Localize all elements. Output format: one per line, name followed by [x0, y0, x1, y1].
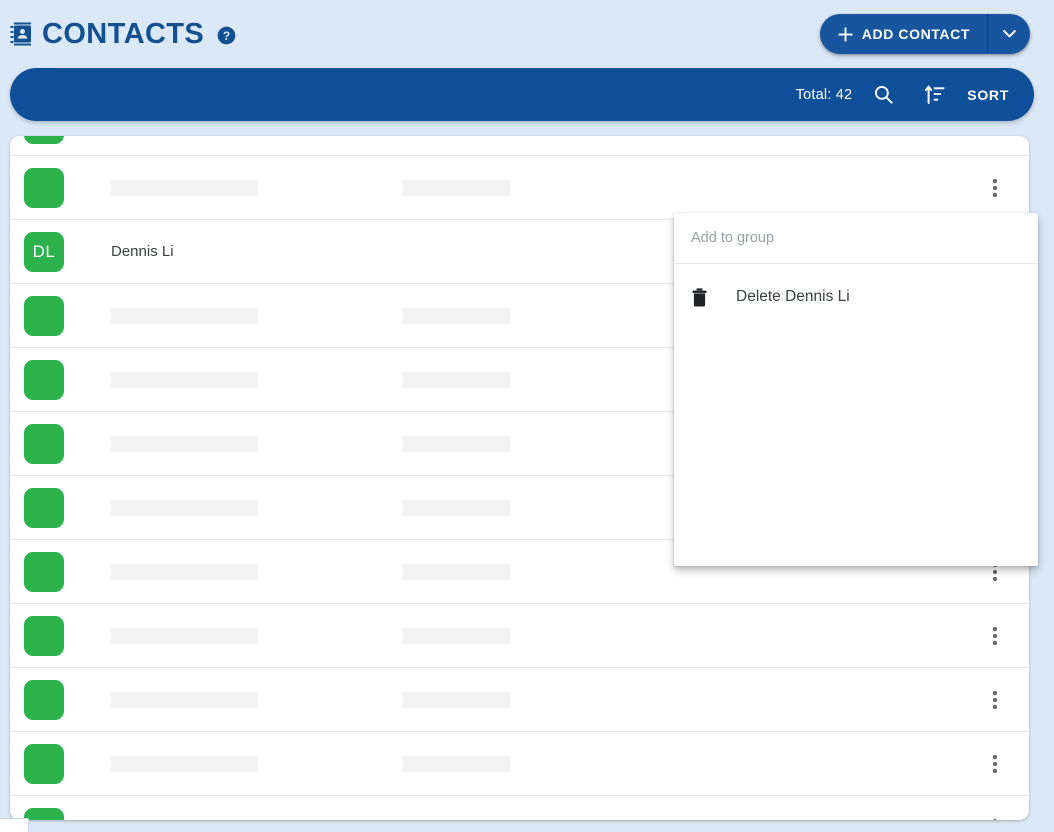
row-more-options-button[interactable]: [973, 806, 1017, 820]
skeleton-placeholder: [111, 179, 258, 196]
avatar: [24, 807, 64, 820]
contact-row[interactable]: [10, 732, 1029, 796]
skeleton-placeholder: [403, 819, 510, 820]
skeleton-placeholder: [111, 819, 258, 820]
row-more-options-button[interactable]: [973, 136, 1017, 146]
skeleton-placeholder: [403, 179, 510, 196]
contact-name-cell: [111, 435, 403, 452]
browser-status-chip: [0, 818, 29, 832]
svg-text:?: ?: [223, 29, 230, 43]
contact-name-cell: [111, 819, 403, 820]
add-contact-split-button: ADD CONTACT: [819, 14, 1030, 54]
avatar: [24, 679, 64, 720]
contact-detail-cell: [403, 435, 693, 452]
avatar: [24, 295, 64, 336]
avatar: [24, 615, 64, 656]
contact-name-cell: [111, 307, 403, 324]
contact-name-cell: [111, 755, 403, 772]
contact-name-cell: [111, 627, 403, 644]
chevron-down-icon: [1002, 30, 1016, 38]
contact-context-menu: Add to group Delete Dennis Li: [674, 213, 1038, 566]
more-vert-icon: [993, 178, 997, 197]
skeleton-placeholder: [111, 691, 258, 708]
sort-button[interactable]: SORT: [953, 87, 1013, 103]
avatar: [24, 167, 64, 208]
contact-name-cell: [111, 691, 403, 708]
skeleton-placeholder: [111, 627, 258, 644]
skeleton-placeholder: [111, 307, 258, 324]
menu-item-delete-contact[interactable]: Delete Dennis Li: [674, 273, 1038, 321]
row-more-options-button[interactable]: [973, 614, 1017, 658]
avatar: [24, 423, 64, 464]
contact-detail-cell: [403, 499, 693, 516]
skeleton-placeholder: [403, 371, 510, 388]
sort-lines-icon: [925, 85, 945, 104]
skeleton-placeholder: [403, 307, 510, 324]
avatar: [24, 743, 64, 784]
avatar: [24, 136, 64, 144]
skeleton-placeholder: [403, 435, 510, 452]
more-vert-icon: [993, 754, 997, 773]
skeleton-placeholder: [111, 435, 258, 452]
skeleton-placeholder: [111, 499, 258, 516]
sort-direction-button[interactable]: [917, 77, 953, 113]
row-more-options-button[interactable]: [973, 166, 1017, 210]
contact-row[interactable]: [10, 668, 1029, 732]
menu-section-add-to-group[interactable]: Add to group: [674, 213, 1038, 264]
add-contact-button[interactable]: ADD CONTACT: [820, 14, 987, 54]
contact-name-cell: [111, 179, 403, 196]
row-more-options-button[interactable]: [973, 742, 1017, 786]
more-vert-icon: [993, 690, 997, 709]
plus-icon: [838, 27, 853, 42]
avatar: [24, 487, 64, 528]
contact-detail-cell: [403, 819, 693, 820]
contact-detail-cell: [403, 627, 693, 644]
skeleton-placeholder: [111, 371, 258, 388]
trash-icon: [691, 287, 708, 307]
search-button[interactable]: [865, 77, 901, 113]
skeleton-placeholder: [403, 499, 510, 516]
contacts-book-icon: [10, 22, 32, 46]
contact-detail-cell: [403, 371, 693, 388]
skeleton-placeholder: [111, 755, 258, 772]
search-icon: [874, 85, 893, 104]
add-contact-label: ADD CONTACT: [861, 26, 970, 42]
add-contact-dropdown-button[interactable]: [988, 14, 1030, 54]
app-header: CONTACTS ? ADD CONTACT: [0, 0, 1054, 68]
menu-delete-label: Delete Dennis Li: [736, 288, 850, 305]
skeleton-placeholder: [111, 563, 258, 580]
contact-row[interactable]: [10, 796, 1029, 820]
avatar: DL: [24, 231, 64, 272]
total-count-label: Total: 42: [795, 86, 853, 103]
avatar: [24, 359, 64, 400]
contact-name-cell: [111, 371, 403, 388]
contact-detail-cell: [403, 563, 693, 580]
contact-name-label: Dennis Li: [111, 243, 174, 260]
skeleton-placeholder: [403, 691, 510, 708]
contact-detail-cell: [403, 691, 693, 708]
skeleton-placeholder: [403, 755, 510, 772]
contact-row[interactable]: [10, 136, 1029, 156]
contact-row[interactable]: [10, 156, 1029, 220]
contact-detail-cell: [403, 755, 693, 772]
skeleton-placeholder: [403, 563, 510, 580]
skeleton-placeholder: [403, 627, 510, 644]
page-title-group: CONTACTS ?: [10, 17, 236, 50]
contact-name-cell: Dennis Li: [111, 243, 403, 260]
contact-row[interactable]: [10, 604, 1029, 668]
contact-name-cell: [111, 563, 403, 580]
contact-name-cell: [111, 499, 403, 516]
more-vert-icon: [993, 818, 997, 820]
contact-detail-cell: [403, 179, 693, 196]
help-circle-icon[interactable]: ?: [214, 23, 236, 45]
more-vert-icon: [993, 626, 997, 645]
row-more-options-button[interactable]: [973, 678, 1017, 722]
action-bar: Total: 42 SORT: [10, 68, 1034, 121]
avatar: [24, 551, 64, 592]
contact-detail-cell: [403, 307, 693, 324]
page-title: CONTACTS: [42, 17, 205, 50]
